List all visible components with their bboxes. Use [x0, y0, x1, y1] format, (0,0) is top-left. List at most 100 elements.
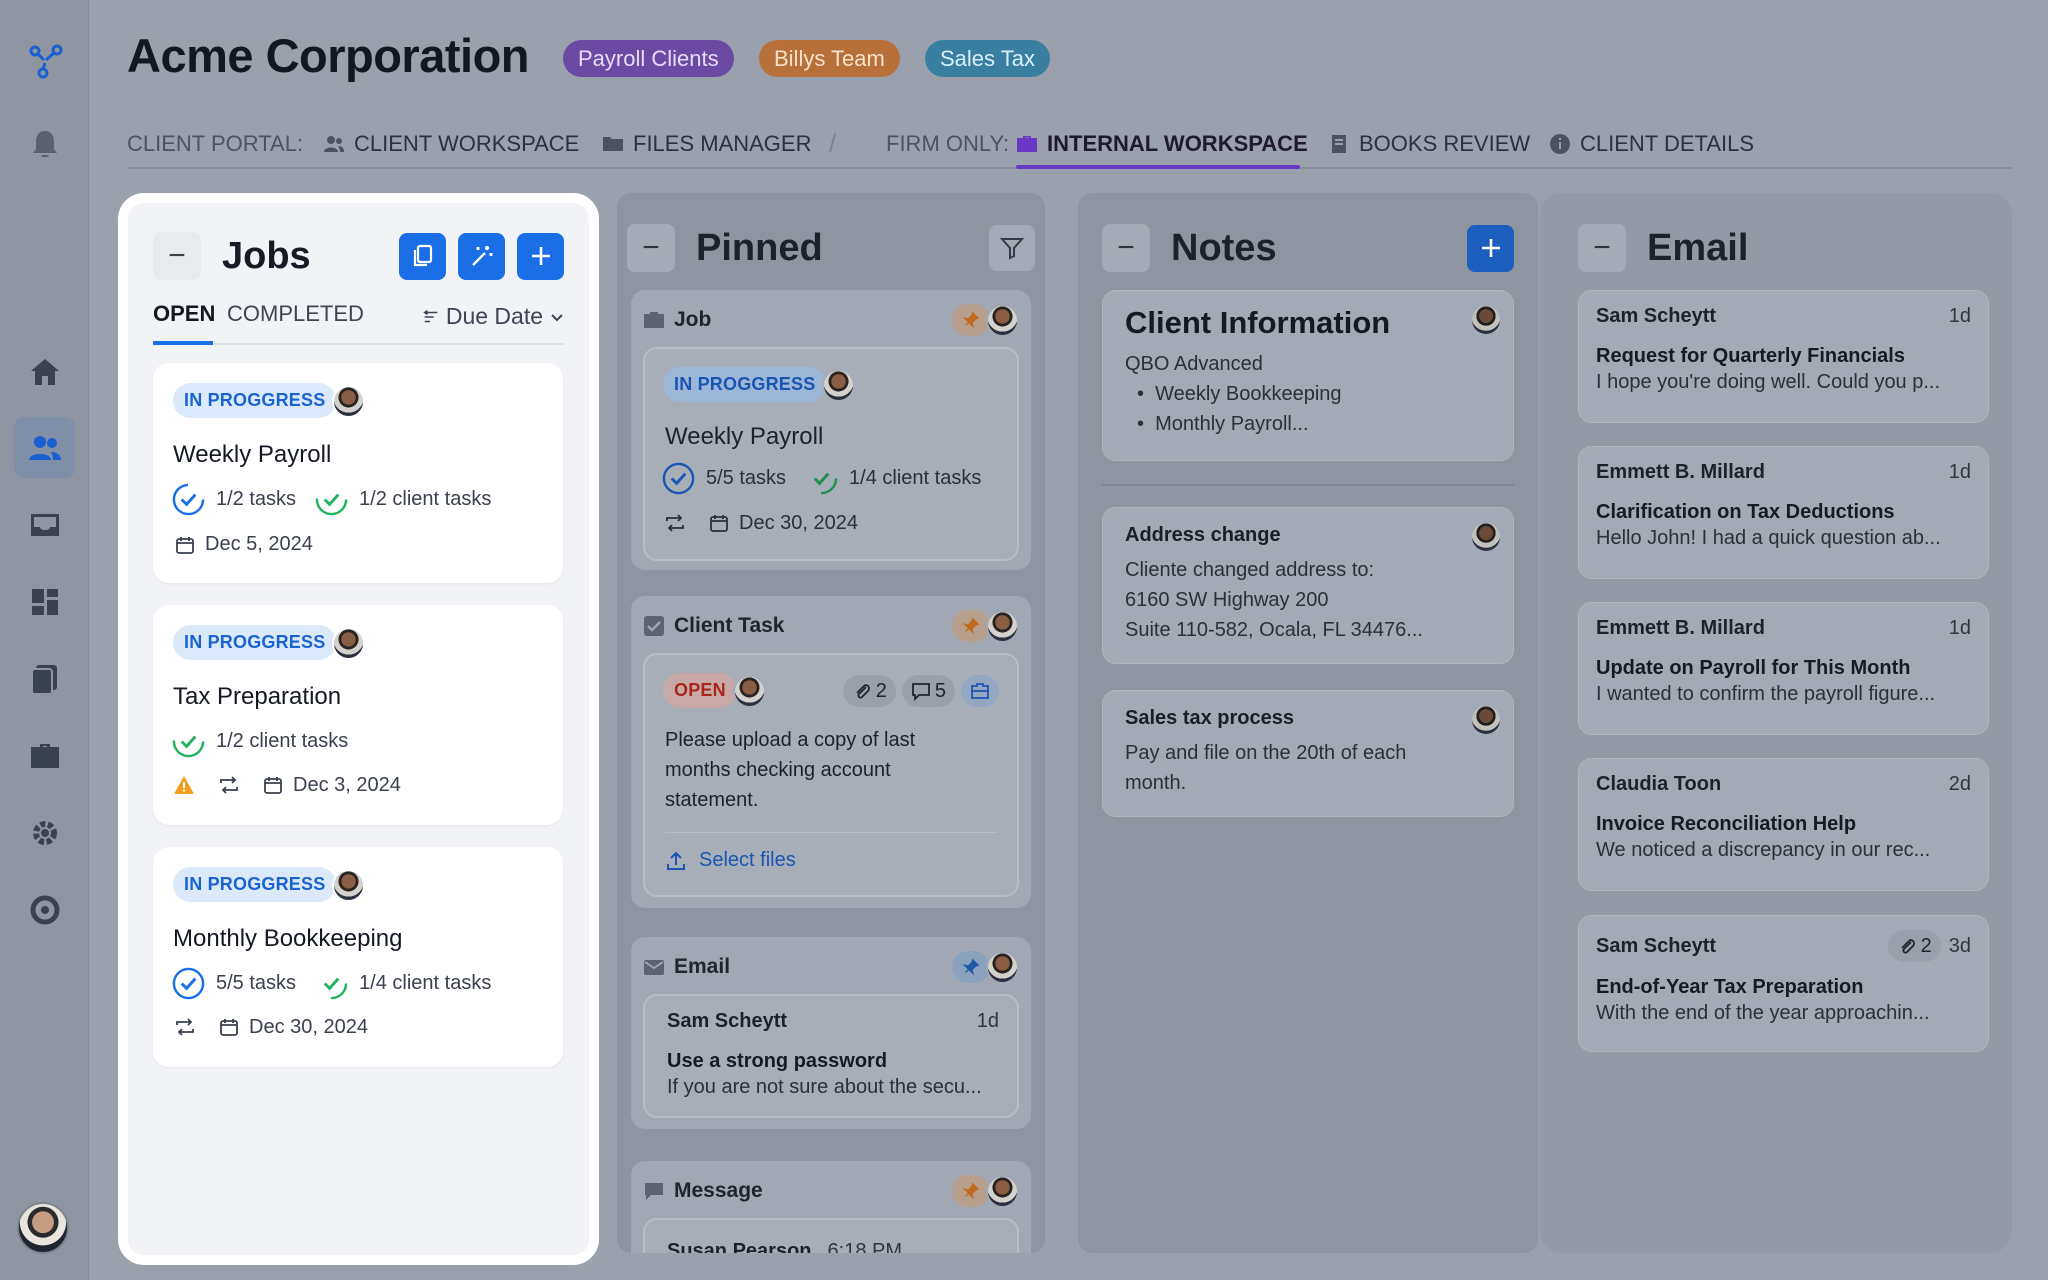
add-note-button[interactable] — [1467, 224, 1514, 272]
note-line: Pay and file on the 20th of each — [1125, 742, 1407, 764]
select-files-button[interactable]: Select files — [665, 849, 796, 872]
email-item[interactable]: Sam Scheytt 2 3d End-of-Year Tax Prepara… — [1578, 915, 1989, 1052]
support-icon[interactable] — [14, 879, 75, 940]
pinned-type-label: Email — [674, 955, 731, 978]
plus-icon — [1481, 239, 1500, 257]
pinned-message-section: Message Susan Pearson 6:18 PM — [631, 1161, 1031, 1253]
briefcase-icon — [971, 683, 989, 699]
collapse-pinned-button[interactable]: − — [627, 224, 675, 272]
client-portal-label: CLIENT PORTAL: — [127, 130, 304, 156]
briefcase-icon[interactable] — [14, 725, 75, 786]
attachment-count[interactable]: 2 — [842, 675, 896, 707]
status-badge: IN PROGGRESS — [173, 625, 337, 660]
note-bullet-text: Monthly Payroll... — [1155, 413, 1309, 435]
pinned-email-card[interactable]: Sam Scheytt 1d Use a strong password If y… — [643, 994, 1019, 1118]
message-time: 6:18 PM — [827, 1240, 902, 1253]
user-avatar[interactable] — [17, 1202, 69, 1254]
pin-icon[interactable] — [952, 1175, 990, 1207]
pin-icon[interactable] — [952, 304, 990, 336]
status-row: IN PROGGRESS — [173, 867, 366, 903]
job-title: Weekly Payroll — [665, 423, 824, 450]
note-line: month. — [1125, 772, 1187, 794]
email-subject: End-of-Year Tax Preparation — [1596, 976, 1864, 998]
note-title: Client Information — [1125, 305, 1391, 340]
job-tabs: OPEN COMPLETED Due Date — [153, 301, 565, 345]
tag-billys-team[interactable]: Billys Team — [759, 40, 900, 77]
settings-icon[interactable] — [14, 802, 75, 863]
due-date: Dec 30, 2024 — [249, 1015, 368, 1038]
email-age: 1d — [1948, 305, 1971, 327]
collapse-notes-button[interactable]: − — [1102, 224, 1150, 272]
dashboard-icon[interactable] — [14, 571, 75, 632]
email-item[interactable]: Emmett B. Millard 1d Update on Payroll fo… — [1578, 602, 1989, 735]
email-item[interactable]: Claudia Toon 2d Invoice Reconciliation He… — [1578, 758, 1989, 891]
note-card[interactable]: Address change Cliente changed address t… — [1102, 507, 1514, 664]
pinned-job-section: Job IN PROGGRESS Weekly Payroll 5/5 task… — [631, 290, 1031, 570]
upload-icon — [667, 851, 685, 870]
tab-client-details[interactable]: CLIENT DETAILS — [1549, 118, 1754, 169]
clients-icon[interactable] — [14, 417, 75, 478]
mail-icon — [644, 960, 664, 975]
bell-icon[interactable] — [14, 113, 75, 174]
tab-files-manager-label: FILES MANAGER — [633, 130, 812, 156]
message-icon — [645, 1183, 663, 1200]
attachment-count-value: 2 — [875, 679, 887, 702]
plus-icon — [531, 247, 550, 265]
tab-open[interactable]: OPEN — [153, 301, 215, 327]
inbox-icon[interactable] — [14, 494, 75, 555]
pinned-client-task-card[interactable]: OPEN 2 5 Please upload a copy of last mo… — [643, 653, 1019, 897]
email-column: − Email Sam Scheytt 1d Request for Quarte… — [1540, 193, 2012, 1253]
note-card[interactable]: Client Information QBO Advanced • Weekly… — [1102, 290, 1514, 461]
note-card[interactable]: Sales tax process Pay and file on the 20… — [1102, 690, 1514, 817]
client-task-count: 1/2 client tasks — [216, 730, 349, 752]
calendar-icon — [176, 536, 194, 554]
email-sender: Claudia Toon — [1596, 773, 1722, 795]
avatar — [822, 369, 856, 403]
magic-wand-button[interactable] — [458, 232, 505, 280]
pin-icon[interactable] — [952, 951, 990, 983]
email-preview: I wanted to confirm the payroll figure..… — [1596, 683, 1936, 705]
book-icon — [1332, 134, 1346, 153]
copy-button[interactable] — [399, 232, 446, 280]
task-progress-row: 1/2 client tasks — [171, 724, 348, 759]
pinned-client-task-section: Client Task OPEN 2 5 Please upload a cop… — [631, 596, 1031, 908]
email-age: 1d — [1948, 617, 1971, 639]
avatar — [1472, 306, 1500, 334]
due-date-row: Dec 30, 2024 — [173, 1015, 368, 1039]
job-card[interactable]: IN PROGGRESS Monthly Bookkeeping 5/5 tas… — [153, 847, 563, 1067]
attachment-count-value: 2 — [1920, 934, 1932, 957]
tab-files-manager[interactable]: FILES MANAGER — [602, 118, 811, 169]
pinned-type-label: Message — [674, 1179, 763, 1202]
collapse-email-button[interactable]: − — [1578, 224, 1626, 272]
attachment-count[interactable]: 2 — [1887, 930, 1941, 962]
note-title: Address change — [1125, 524, 1281, 546]
tag-payroll-clients[interactable]: Payroll Clients — [563, 40, 734, 77]
tab-books-review[interactable]: BOOKS REVIEW — [1328, 118, 1530, 169]
filter-button[interactable] — [989, 225, 1035, 271]
documents-icon[interactable] — [14, 648, 75, 709]
tab-client-workspace[interactable]: CLIENT WORKSPACE — [323, 118, 579, 169]
pinned-email-section: Email Sam Scheytt 1d Use a strong passwor… — [631, 937, 1031, 1129]
email-subject: Request for Quarterly Financials — [1596, 345, 1905, 367]
job-card[interactable]: IN PROGGRESS Weekly Payroll 1/2 tasks 1/… — [153, 363, 563, 583]
home-icon[interactable] — [14, 341, 75, 402]
tab-internal-workspace[interactable]: INTERNAL WORKSPACE — [1016, 118, 1308, 169]
logo-icon[interactable] — [14, 30, 75, 91]
job-card[interactable]: IN PROGGRESS Tax Preparation 1/2 client … — [153, 605, 563, 825]
avatar — [1472, 523, 1500, 551]
pinned-message-card[interactable]: Susan Pearson 6:18 PM — [643, 1218, 1019, 1253]
collapse-jobs-button[interactable]: − — [153, 232, 201, 280]
tab-completed[interactable]: COMPLETED — [227, 301, 364, 327]
comment-count[interactable]: 5 — [901, 675, 955, 707]
pinned-job-card[interactable]: IN PROGGRESS Weekly Payroll 5/5 tasks 1/… — [643, 347, 1019, 561]
client-task-count: 1/4 client tasks — [849, 467, 982, 489]
due-date-row: Dec 30, 2024 — [663, 511, 858, 535]
tag-sales-tax[interactable]: Sales Tax — [925, 40, 1050, 77]
email-item[interactable]: Sam Scheytt 1d Request for Quarterly Fina… — [1578, 290, 1989, 423]
pin-icon[interactable] — [952, 610, 990, 642]
add-job-button[interactable] — [517, 232, 564, 280]
email-item[interactable]: Emmett B. Millard 1d Clarification on Tax… — [1578, 446, 1989, 579]
sort-dropdown[interactable]: Due Date — [422, 303, 565, 330]
job-title: Tax Preparation — [173, 683, 342, 710]
avatar — [1472, 706, 1500, 734]
